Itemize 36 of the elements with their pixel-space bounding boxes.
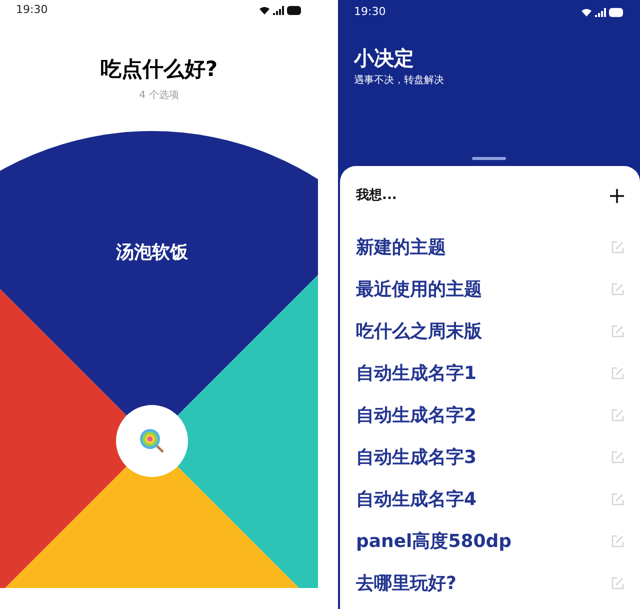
- lollipop-icon: [139, 428, 165, 454]
- add-icon[interactable]: [610, 189, 624, 203]
- edit-icon[interactable]: [611, 450, 624, 464]
- option-count: 4 个选项: [139, 88, 179, 104]
- topic-item[interactable]: 自动生成名字1: [356, 360, 477, 386]
- signal-icon: [273, 6, 284, 14]
- topic-item[interactable]: 最近使用的主题: [356, 276, 482, 302]
- battery-icon: [609, 8, 624, 16]
- topic-item[interactable]: 自动生成名字3: [356, 444, 477, 470]
- spinning-wheel-drawing[interactable]: [0, 129, 318, 588]
- battery-icon: [287, 6, 302, 14]
- status-time: 19:30: [354, 4, 386, 20]
- edit-icon[interactable]: [611, 492, 624, 506]
- wheel-title: 吃点什么好?: [100, 56, 218, 82]
- app-title: 小决定: [354, 46, 415, 71]
- topic-item[interactable]: 去哪里玩好?: [356, 570, 456, 596]
- status-time: 19:30: [16, 2, 48, 18]
- wifi-icon: [259, 6, 270, 14]
- segment-label: 汤泡软饭: [114, 241, 189, 266]
- edit-icon[interactable]: [611, 240, 624, 254]
- edit-icon[interactable]: [611, 366, 624, 380]
- drag-handle[interactable]: [472, 157, 506, 160]
- topic-item[interactable]: panel高度580dp: [356, 528, 512, 554]
- edit-icon[interactable]: [611, 408, 624, 422]
- topic-item[interactable]: 自动生成名字2: [356, 402, 477, 428]
- edit-icon[interactable]: [611, 282, 624, 296]
- app-subtitle: 遇事不决，转盘解决: [354, 75, 445, 88]
- topic-item[interactable]: 吃什么之周末版: [356, 318, 482, 344]
- topic-item[interactable]: 新建的主题: [356, 234, 446, 260]
- wifi-icon: [581, 8, 592, 16]
- edit-icon[interactable]: [611, 324, 624, 338]
- edit-icon[interactable]: [611, 534, 624, 548]
- sheet-heading: 我想...: [356, 187, 397, 206]
- edit-icon[interactable]: [611, 576, 624, 590]
- topic-item[interactable]: 自动生成名字4: [356, 486, 477, 512]
- signal-icon: [595, 8, 606, 16]
